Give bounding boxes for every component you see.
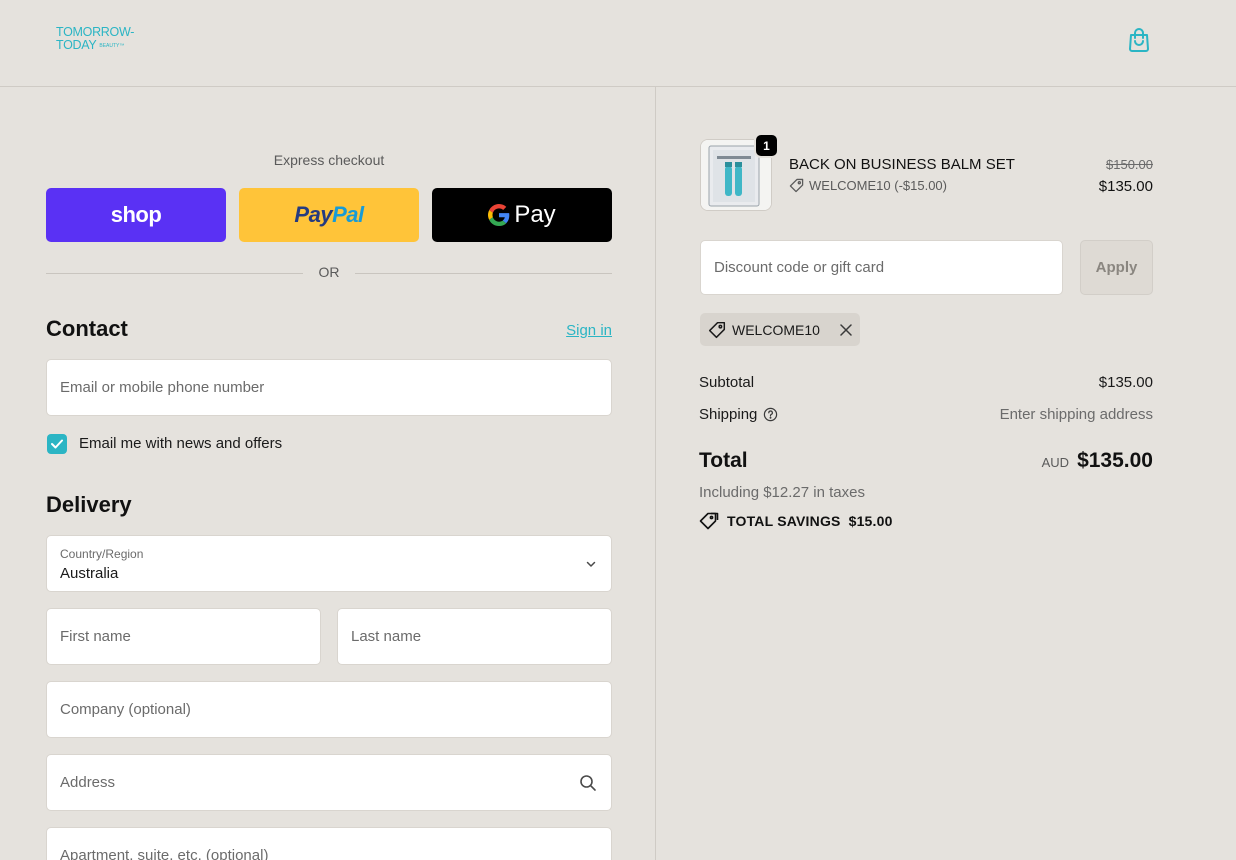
applied-code-chip: WELCOME10 xyxy=(700,313,860,346)
shopping-bag-icon[interactable] xyxy=(1127,27,1151,53)
newsletter-checkbox[interactable] xyxy=(47,434,67,454)
express-checkout-label: Express checkout xyxy=(273,152,385,168)
shipping-value: Enter shipping address xyxy=(999,406,1153,423)
country-value: Australia xyxy=(60,565,119,582)
column-divider xyxy=(655,87,656,860)
product-discount-text: WELCOME10 (-$15.00) xyxy=(809,178,947,193)
first-name-wrapper xyxy=(46,608,321,665)
paypal-logo: PayPal xyxy=(294,202,364,228)
applied-code-text: WELCOME10 xyxy=(732,321,820,338)
contact-title: Contact xyxy=(46,316,128,341)
google-pay-logo: Pay xyxy=(488,201,556,229)
tag-icon xyxy=(789,178,804,193)
product-discount: WELCOME10 (-$15.00) xyxy=(789,178,947,193)
first-name-field[interactable] xyxy=(47,609,320,664)
brand-logo[interactable]: TOMORROW- TODAY BEAUTY™ xyxy=(56,26,166,56)
shipping-label: Shipping xyxy=(699,406,778,423)
header: TOMORROW- TODAY BEAUTY™ xyxy=(0,0,1236,87)
company-field[interactable] xyxy=(47,682,611,737)
last-name-wrapper xyxy=(337,608,612,665)
discount-wrapper xyxy=(700,240,1063,295)
search-icon[interactable] xyxy=(579,774,597,792)
email-field-wrapper xyxy=(46,359,612,416)
total-value: AUD $135.00 xyxy=(1042,449,1153,473)
original-price: $150.00 xyxy=(1106,157,1153,172)
taxes-note: Including $12.27 in taxes xyxy=(699,484,865,501)
total-label: Total xyxy=(699,449,748,472)
product-name: BACK ON BUSINESS BALM SET xyxy=(789,156,1015,173)
chevron-down-icon xyxy=(586,561,596,567)
delivery-title: Delivery xyxy=(46,492,132,517)
google-pay-button[interactable]: Pay xyxy=(432,188,612,242)
quantity-badge: 1 xyxy=(754,133,779,158)
last-name-field[interactable] xyxy=(338,609,611,664)
apartment-field[interactable] xyxy=(47,828,611,860)
paypal-pal: Pal xyxy=(332,202,364,227)
sign-in-link[interactable]: Sign in xyxy=(564,322,612,339)
or-line-left xyxy=(46,273,303,274)
apartment-wrapper xyxy=(46,827,612,860)
shop-pay-button[interactable]: shop xyxy=(46,188,226,242)
logo-line-2-text: TODAY xyxy=(56,38,97,52)
sale-price: $135.00 xyxy=(1098,178,1153,195)
or-line-right xyxy=(355,273,612,274)
logo-sub: BEAUTY™ xyxy=(99,43,125,49)
shipping-label-text: Shipping xyxy=(699,406,758,423)
logo-line-2: TODAY BEAUTY™ xyxy=(56,39,166,52)
newsletter-label: Email me with news and offers xyxy=(79,435,283,452)
subtotal-value: $135.00 xyxy=(1098,374,1153,391)
address-wrapper xyxy=(46,754,612,811)
google-g-icon xyxy=(488,204,510,226)
total-amount: $135.00 xyxy=(1077,449,1153,472)
remove-code-icon[interactable] xyxy=(840,323,852,336)
address-field[interactable] xyxy=(47,755,611,810)
or-text: OR xyxy=(318,264,340,280)
currency-code: AUD xyxy=(1041,455,1070,470)
discount-code-field[interactable] xyxy=(701,241,1062,294)
email-field[interactable] xyxy=(47,360,611,415)
paypal-pay: Pay xyxy=(294,202,333,227)
apply-discount-button[interactable]: Apply xyxy=(1080,240,1153,295)
subtotal-label: Subtotal xyxy=(699,374,755,391)
paypal-button[interactable]: PayPal xyxy=(239,188,419,242)
google-pay-text: Pay xyxy=(514,201,556,228)
or-divider: OR xyxy=(46,263,612,283)
company-wrapper xyxy=(46,681,612,738)
savings-value: $15.00 xyxy=(848,513,893,529)
total-savings: TOTAL SAVINGS $15.00 xyxy=(699,512,893,530)
savings-tag-icon xyxy=(699,512,719,530)
checkmark-icon xyxy=(51,439,63,449)
tag-icon xyxy=(708,321,726,338)
shop-pay-logo: shop xyxy=(110,202,162,227)
country-select[interactable]: Country/Region Australia xyxy=(46,535,612,592)
country-label: Country/Region xyxy=(60,547,144,561)
help-icon[interactable] xyxy=(763,407,778,422)
savings-label: TOTAL SAVINGS xyxy=(727,513,841,529)
